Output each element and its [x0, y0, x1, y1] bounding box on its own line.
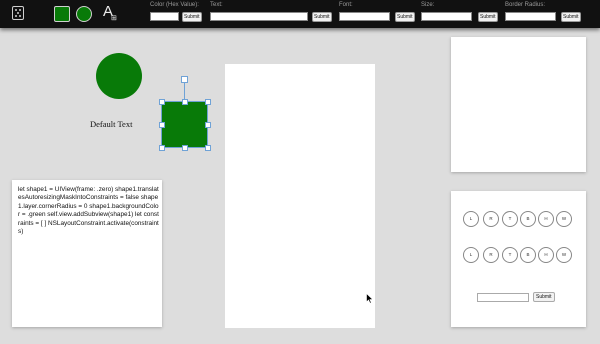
size-label: Size:	[421, 2, 435, 8]
phone-preview	[225, 64, 375, 328]
resize-handle-bottom[interactable]	[182, 145, 188, 151]
text-submit-button[interactable]: Submit	[312, 12, 332, 22]
size-submit-button[interactable]: Submit	[478, 12, 498, 22]
resize-handle-top-right[interactable]	[205, 99, 211, 105]
constraint-button-b[interactable]: B	[520, 247, 536, 263]
constraint-button-w[interactable]: W	[556, 211, 572, 227]
font-input[interactable]	[339, 12, 390, 21]
constraint-button-l[interactable]: L	[463, 211, 479, 227]
constraint-button-h[interactable]: H	[538, 247, 554, 263]
constraint-value-input[interactable]	[477, 293, 529, 302]
code-panel: let shape1 = UIView(frame: .zero) shape1…	[12, 180, 162, 327]
rotation-handle[interactable]	[181, 76, 188, 83]
color-label: Color (Hex Value):	[150, 2, 199, 8]
constraint-button-t[interactable]: T	[502, 247, 518, 263]
font-label: Font:	[339, 2, 353, 8]
text-tool-icon[interactable]: A⊞	[103, 3, 117, 22]
resize-handle-left[interactable]	[159, 122, 165, 128]
square-tool-icon[interactable]	[54, 6, 70, 22]
shape-preview-panel	[451, 37, 586, 172]
mouse-cursor-icon	[366, 293, 374, 304]
resize-handle-top[interactable]	[182, 99, 188, 105]
rotation-line	[184, 81, 185, 101]
constraint-submit-button[interactable]: Submit	[533, 292, 555, 302]
border-radius-submit-button[interactable]: Submit	[561, 12, 581, 22]
circle-shape[interactable]	[96, 53, 142, 99]
toolbar: A⊞ Color (Hex Value): Submit Text: Submi…	[0, 0, 600, 28]
border-radius-input[interactable]	[505, 12, 556, 21]
resize-handle-right[interactable]	[205, 122, 211, 128]
size-input[interactable]	[421, 12, 472, 21]
color-submit-button[interactable]: Submit	[182, 12, 202, 22]
constraint-button-r[interactable]: R	[483, 211, 499, 227]
constraint-button-t[interactable]: T	[502, 211, 518, 227]
resize-handle-top-left[interactable]	[159, 99, 165, 105]
text-shape[interactable]: Default Text	[90, 119, 132, 129]
border-radius-label: Border Radius:	[505, 2, 546, 8]
text-label: Text:	[210, 2, 223, 8]
selection-frame	[161, 101, 208, 148]
font-submit-button[interactable]: Submit	[395, 12, 415, 22]
text-input[interactable]	[210, 12, 308, 21]
circle-tool-icon[interactable]	[76, 6, 92, 22]
constraint-button-b[interactable]: B	[520, 211, 536, 227]
resize-handle-bottom-right[interactable]	[205, 145, 211, 151]
constraint-button-l[interactable]: L	[463, 247, 479, 263]
constraint-button-r[interactable]: R	[483, 247, 499, 263]
color-input[interactable]	[150, 12, 179, 21]
dice-icon[interactable]	[12, 6, 24, 20]
generated-code: let shape1 = UIView(frame: .zero) shape1…	[18, 186, 159, 236]
constraint-button-w[interactable]: W	[556, 247, 572, 263]
resize-handle-bottom-left[interactable]	[159, 145, 165, 151]
constraint-button-h[interactable]: H	[538, 211, 554, 227]
